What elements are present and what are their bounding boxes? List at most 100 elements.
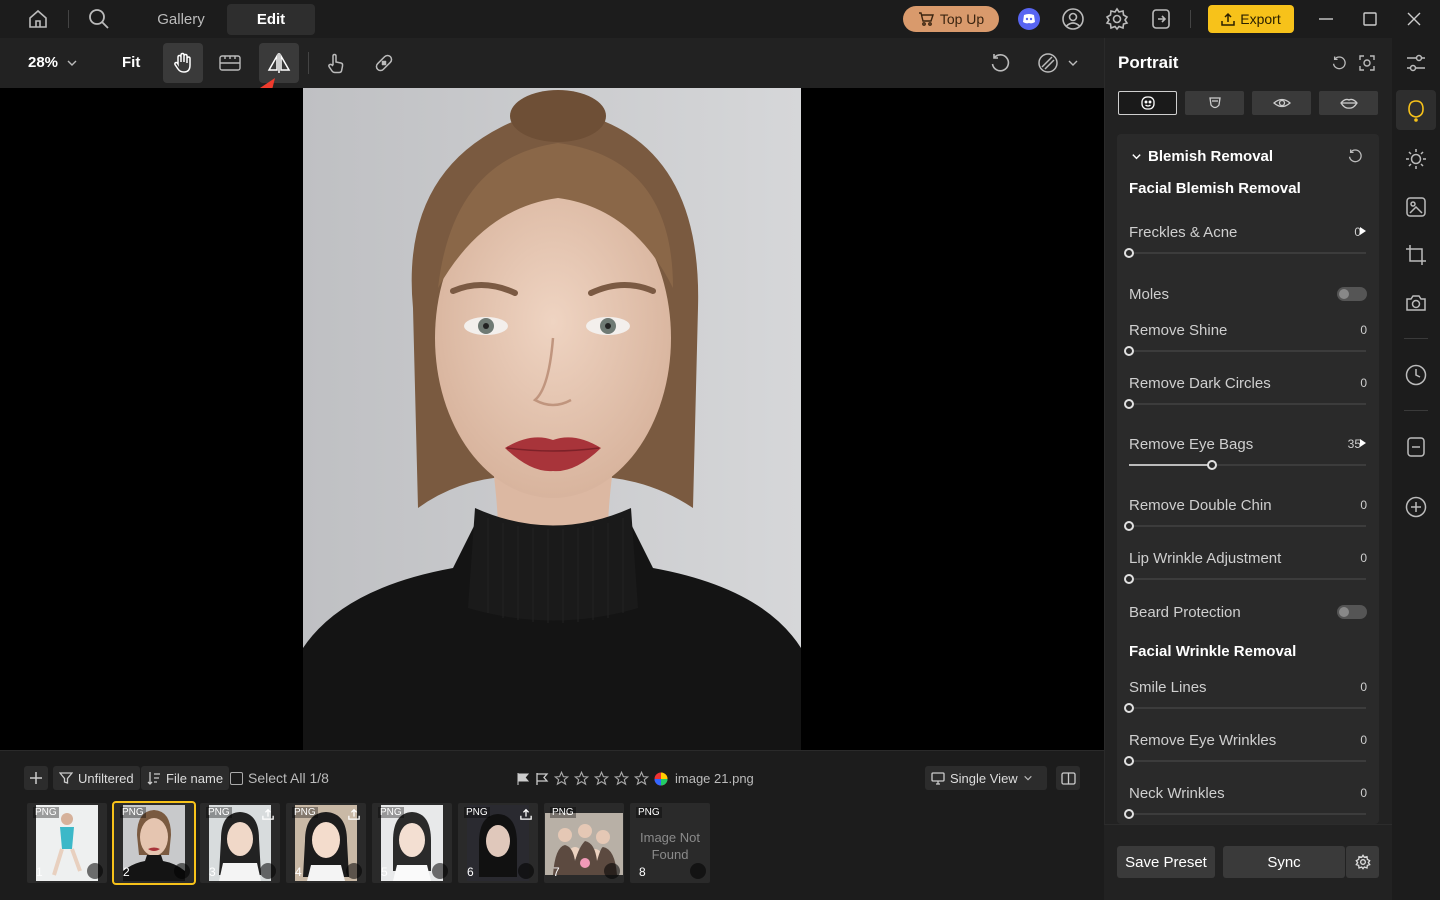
touch-tool-button[interactable] — [316, 43, 356, 83]
slider-knob[interactable] — [1124, 346, 1134, 356]
file-type-badge: PNG — [464, 807, 490, 818]
star-icon[interactable] — [634, 771, 649, 786]
neck-wrinkles-slider[interactable] — [1124, 809, 1366, 819]
flag-icon[interactable] — [516, 772, 530, 786]
star-icon[interactable] — [554, 771, 569, 786]
auto-detect-icon[interactable] — [1359, 55, 1375, 71]
upload-icon[interactable] — [520, 808, 532, 820]
add-circle-icon[interactable] — [1404, 495, 1428, 519]
sort-dropdown[interactable]: File name — [141, 766, 230, 790]
reset-section-icon[interactable] — [1347, 148, 1363, 164]
facial-blemish-heading: Facial Blemish Removal — [1129, 180, 1301, 197]
notes-icon[interactable] — [1404, 435, 1428, 459]
star-icon[interactable] — [594, 771, 609, 786]
top-bar: Gallery Edit Top Up Export — [0, 0, 1440, 38]
slider-knob[interactable] — [1124, 756, 1134, 766]
play-right-icon[interactable] — [1360, 227, 1366, 235]
moles-toggle[interactable] — [1337, 287, 1367, 301]
remove-eye-bags-slider[interactable] — [1129, 460, 1366, 470]
smile-lines-slider[interactable] — [1124, 703, 1366, 713]
account-icon[interactable] — [1061, 7, 1085, 31]
filter-dropdown[interactable]: Unfiltered — [53, 766, 140, 790]
tab-eyes[interactable] — [1252, 91, 1311, 115]
thumbnail-number: 2 — [123, 865, 130, 879]
thumbnail-2[interactable]: PNG 2 — [112, 801, 196, 885]
tab-face-retouch[interactable] — [1118, 91, 1177, 115]
settings-icon[interactable] — [1105, 7, 1129, 31]
panel-title: Portrait — [1118, 53, 1179, 72]
mask-menu-button[interactable] — [1028, 43, 1088, 83]
remove-double-chin-slider[interactable] — [1124, 521, 1366, 531]
current-file-name: image 21.png — [675, 771, 754, 786]
portrait-tool-active[interactable] — [1396, 90, 1436, 130]
color-label-icon[interactable] — [654, 772, 668, 786]
slider-knob[interactable] — [1124, 399, 1134, 409]
export-button[interactable]: Export — [1208, 5, 1294, 33]
image-canvas[interactable] — [0, 88, 1104, 750]
slider-label: Remove Dark Circles — [1129, 375, 1271, 392]
freckles-acne-slider[interactable] — [1124, 248, 1366, 258]
thumbnail-1[interactable]: PNG 1 — [27, 803, 107, 883]
tab-face-shape[interactable] — [1185, 91, 1244, 115]
maximize-icon[interactable] — [1358, 7, 1382, 31]
thumbnail-4[interactable]: PNG 4 — [286, 803, 366, 883]
remove-eye-wrinkles-slider[interactable] — [1124, 756, 1366, 766]
discord-icon[interactable] — [1017, 7, 1041, 31]
top-up-button[interactable]: Top Up — [903, 6, 999, 32]
view-mode-dropdown[interactable]: Single View — [925, 766, 1047, 790]
slider-knob[interactable] — [1206, 460, 1217, 470]
thumbnail-8[interactable]: PNG Image Not Found 8 — [630, 803, 710, 883]
history-icon[interactable] — [1404, 363, 1428, 387]
bandage-tool-button[interactable] — [364, 43, 404, 83]
save-preset-button[interactable]: Save Preset — [1117, 846, 1215, 878]
search-icon[interactable] — [87, 7, 111, 31]
reset-panel-icon[interactable] — [1331, 55, 1347, 71]
reset-button[interactable] — [980, 43, 1020, 83]
section-header[interactable]: Blemish Removal — [1131, 148, 1273, 165]
thumbnail-5[interactable]: PNG 5 — [372, 803, 452, 883]
reject-flag-icon[interactable] — [535, 772, 549, 786]
upload-icon[interactable] — [348, 808, 360, 820]
star-icon[interactable] — [574, 771, 589, 786]
slider-knob[interactable] — [1124, 248, 1134, 258]
beard-protection-toggle[interactable] — [1337, 605, 1367, 619]
camera-icon[interactable] — [1404, 291, 1428, 315]
thumbnail-7[interactable]: PNG 7 — [544, 803, 624, 883]
remove-dark-circles-slider[interactable] — [1124, 399, 1366, 409]
tab-edit[interactable]: Edit — [227, 4, 315, 35]
image-edit-icon[interactable] — [1404, 195, 1428, 219]
fit-button[interactable]: Fit — [122, 54, 140, 71]
eye-icon — [1272, 98, 1291, 108]
lip-wrinkle-slider[interactable] — [1124, 574, 1366, 584]
upload-icon[interactable] — [262, 808, 274, 820]
sync-button[interactable]: Sync — [1223, 846, 1345, 878]
minimize-icon[interactable] — [1314, 7, 1338, 31]
tab-lips[interactable] — [1319, 91, 1378, 115]
star-icon[interactable] — [614, 771, 629, 786]
slider-knob[interactable] — [1124, 574, 1134, 584]
adjust-icon[interactable] — [1404, 51, 1428, 75]
slider-label: Beard Protection — [1129, 604, 1241, 621]
zoom-select[interactable]: 28% — [28, 54, 78, 71]
tab-gallery[interactable]: Gallery — [146, 4, 216, 35]
filter-icon — [59, 772, 73, 784]
close-icon[interactable] — [1402, 7, 1426, 31]
slider-label: Moles — [1129, 286, 1170, 303]
home-icon[interactable] — [26, 7, 50, 31]
slider-knob[interactable] — [1124, 521, 1134, 531]
play-right-icon[interactable] — [1360, 439, 1366, 447]
hand-tool-button[interactable] — [163, 43, 203, 83]
select-all-checkbox[interactable]: Select All 1/8 — [230, 770, 329, 786]
select-all-label: Select All 1/8 — [248, 770, 329, 786]
slider-knob[interactable] — [1124, 703, 1134, 713]
light-icon[interactable] — [1404, 147, 1428, 171]
sync-settings-button[interactable] — [1346, 846, 1379, 878]
add-image-button[interactable] — [24, 766, 48, 790]
crop-icon[interactable] — [1404, 243, 1428, 267]
sign-in-icon[interactable] — [1149, 7, 1173, 31]
split-view-button[interactable] — [1056, 766, 1080, 790]
remove-shine-slider[interactable] — [1124, 346, 1366, 356]
thumbnail-3[interactable]: PNG 3 — [200, 803, 280, 883]
thumbnail-6[interactable]: PNG 6 — [458, 803, 538, 883]
slider-knob[interactable] — [1124, 809, 1134, 819]
